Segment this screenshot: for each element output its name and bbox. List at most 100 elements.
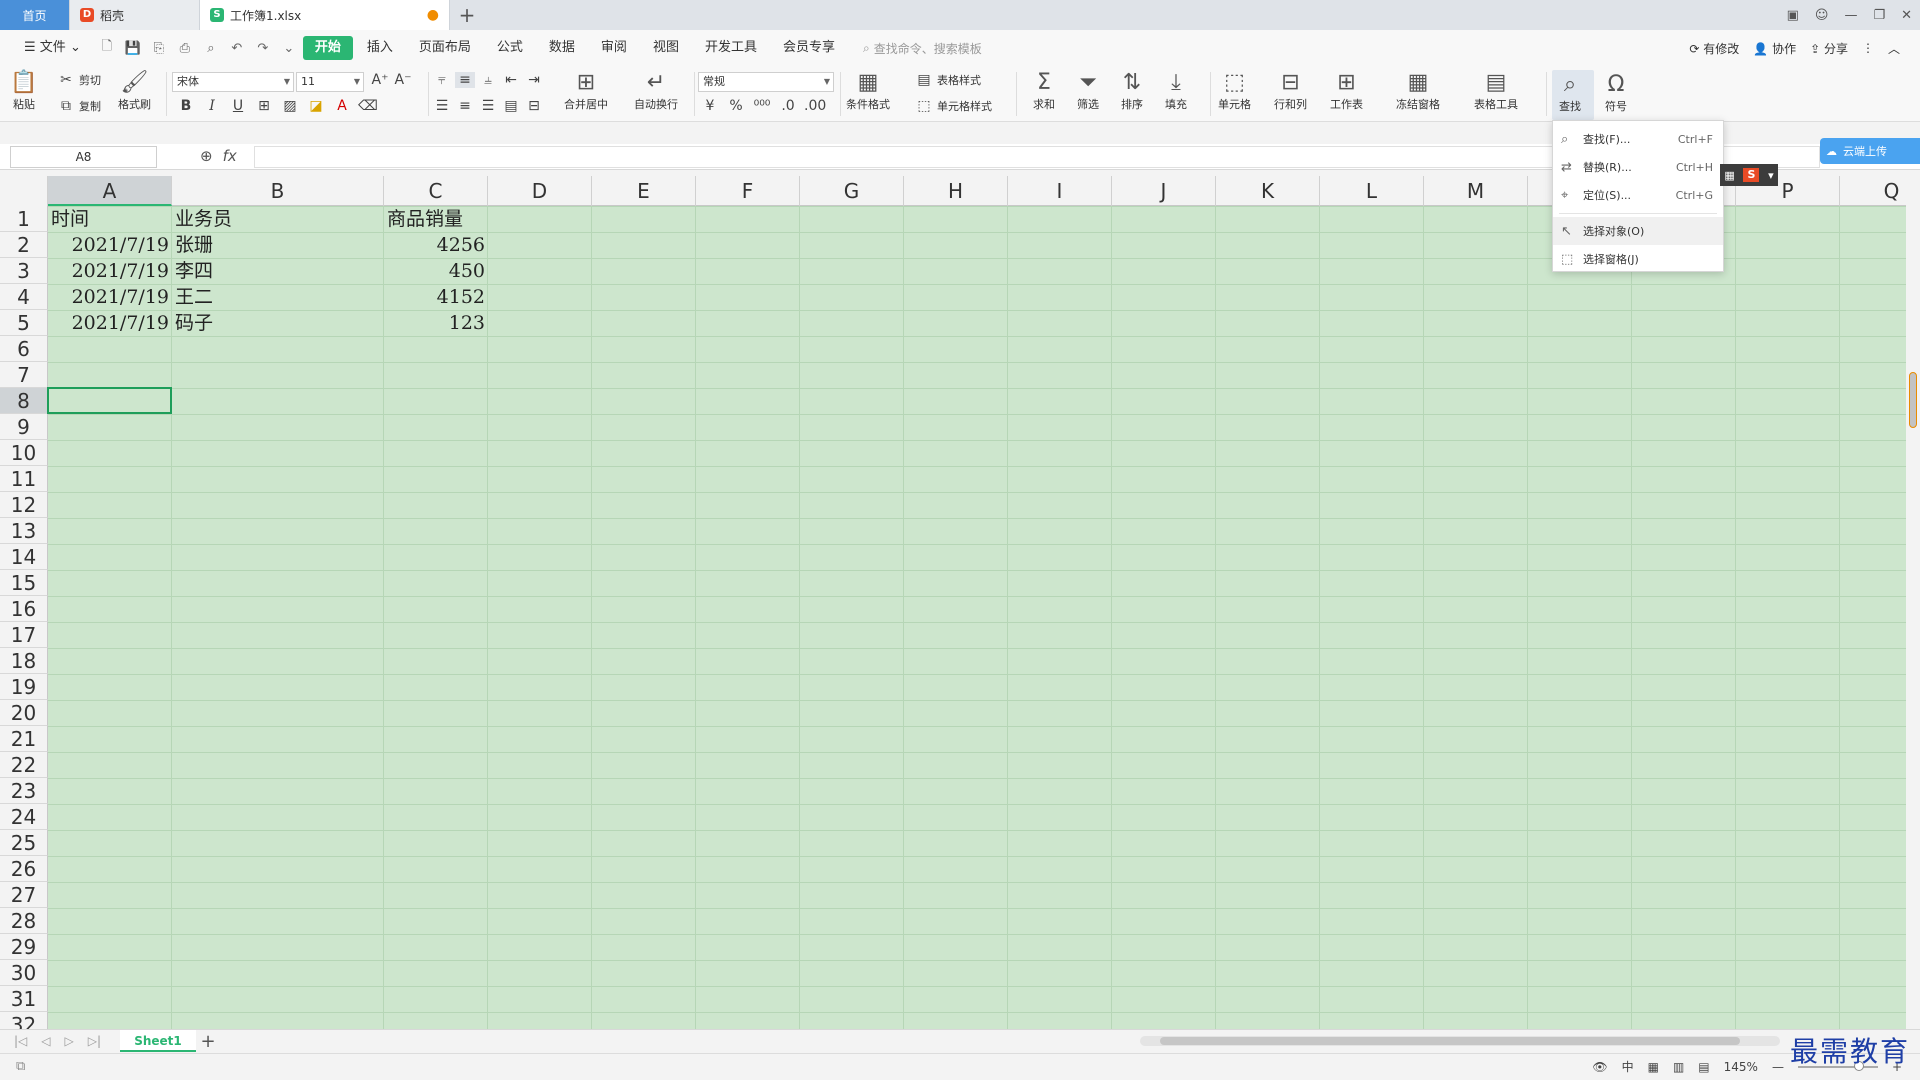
symbol-button[interactable]: Ω 符号 [1602,70,1630,114]
collaborate-button[interactable]: 👤 协作 [1753,40,1796,57]
paste-button[interactable]: 📋 粘贴 [10,68,38,112]
underline-icon[interactable]: U [228,98,248,114]
tab-view[interactable]: 视图 [641,36,691,60]
vertical-scrollbar[interactable] [1906,176,1920,1029]
menu-item-locate[interactable]: ⌖ 定位(S)... Ctrl+G [1553,181,1723,209]
row-header-26[interactable]: 26 [0,856,48,882]
sort-button[interactable]: ⇅ 排序 [1118,68,1146,112]
row-header-29[interactable]: 29 [0,934,48,960]
horizontal-scrollbar[interactable] [1140,1036,1780,1046]
row-header-3[interactable]: 3 [0,258,48,284]
row-header-25[interactable]: 25 [0,830,48,856]
row-header-12[interactable]: 12 [0,492,48,518]
cell-a3[interactable]: 2021/7/19 [51,258,169,284]
column-header-l[interactable]: L [1320,176,1424,206]
ime-toolbar[interactable]: ▦ S ▾ [1720,164,1778,186]
name-box[interactable]: A8 [10,146,157,168]
active-cell-selection[interactable] [47,387,172,414]
currency-icon[interactable]: ¥ [700,98,720,114]
fill-pattern-icon[interactable]: ▨ [280,98,300,114]
row-header-11[interactable]: 11 [0,466,48,492]
row-header-17[interactable]: 17 [0,622,48,648]
customize-icon[interactable]: ⌄ [277,36,301,60]
zoom-level[interactable]: 145% [1724,1060,1758,1074]
cut-button[interactable]: ✂ 剪切 [56,72,101,88]
reader-mode-icon[interactable]: ▣ [1787,8,1799,23]
menu-item-find[interactable]: ⌕ 查找(F)... Ctrl+F [1553,125,1723,153]
row-header-2[interactable]: 2 [0,232,48,258]
collapse-ribbon-icon[interactable]: ︿ [1888,40,1900,57]
cell-a4[interactable]: 2021/7/19 [51,284,169,310]
percent-icon[interactable]: % [726,98,746,114]
fx-icon[interactable]: fx [223,147,237,165]
increase-decimal-icon[interactable]: .0 [778,98,798,114]
has-changes-button[interactable]: ⟳ 有修改 [1689,40,1739,57]
border-icon[interactable]: ⊞ [254,98,274,114]
row-header-13[interactable]: 13 [0,518,48,544]
decrease-font-icon[interactable]: A⁻ [393,72,413,88]
align-center-icon[interactable]: ≡ [455,98,475,114]
italic-icon[interactable]: I [202,98,222,114]
file-menu[interactable]: ☰ 文件 ⌄ [12,36,93,60]
freeze-panes-button[interactable]: ▦ 冻结窗格 [1396,68,1440,112]
row-header-20[interactable]: 20 [0,700,48,726]
new-file-icon[interactable]: 🗋 [95,36,119,60]
row-header-9[interactable]: 9 [0,414,48,440]
table-style-button[interactable]: ▤ 表格样式 [914,72,981,88]
column-header-g[interactable]: G [800,176,904,206]
column-header-j[interactable]: J [1112,176,1216,206]
sheet-tab-sheet1[interactable]: Sheet1 [120,1030,196,1052]
cell-c2[interactable]: 4256 [387,232,485,258]
indent-decrease-icon[interactable]: ⇤ [501,72,521,88]
prev-sheet-icon[interactable]: ◁ [41,1034,50,1048]
wrap-text-button[interactable]: ↵ 自动换行 [634,68,678,112]
column-header-e[interactable]: E [592,176,696,206]
font-size-select[interactable]: 11 ▼ [296,72,364,92]
row-header-18[interactable]: 18 [0,648,48,674]
undo-icon[interactable]: ↶ [225,36,249,60]
find-button[interactable]: ⌕ 查找 [1556,70,1584,114]
avatar[interactable]: ☺ [1815,8,1829,23]
minimize-icon[interactable]: — [1844,8,1857,23]
tab-formulas[interactable]: 公式 [485,36,535,60]
cell-c5[interactable]: 123 [387,310,485,336]
new-tab-button[interactable]: + [450,0,484,30]
horizontal-scroll-thumb[interactable] [1160,1037,1740,1045]
menu-item-select-objects[interactable]: ↖ 选择对象(O) [1553,217,1723,245]
row-header-27[interactable]: 27 [0,882,48,908]
menu-item-selection-pane[interactable]: ⬚ 选择窗格(J) [1553,245,1723,273]
cell-a5[interactable]: 2021/7/19 [51,310,169,336]
cell-a1[interactable]: 时间 [51,206,169,232]
format-painter-button[interactable]: 🖌 格式刷 [118,68,151,112]
row-header-23[interactable]: 23 [0,778,48,804]
tab-home[interactable]: 首页 [0,0,70,30]
add-sheet-button[interactable]: + [198,1031,218,1052]
row-header-5[interactable]: 5 [0,310,48,336]
number-format-select[interactable]: 常规 ▼ [698,72,834,92]
tab-insert[interactable]: 插入 [355,36,405,60]
cell-b1[interactable]: 业务员 [175,206,381,232]
column-header-d[interactable]: D [488,176,592,206]
zoom-icon[interactable]: ⊕ [200,147,213,165]
cloud-upload-button[interactable]: ☁ 云端上传 [1820,138,1920,164]
tab-workbook[interactable]: S 工作簿1.xlsx ● [200,0,450,30]
align-top-icon[interactable]: ⫧ [432,72,452,88]
cell-button[interactable]: ⬚ 单元格 [1218,68,1251,112]
share-button[interactable]: ⇪ 分享 [1810,40,1848,57]
row-header-22[interactable]: 22 [0,752,48,778]
cells-area[interactable]: 时间 业务员 商品销量 2021/7/19 张珊 4256 2021/7/19 李四 450 20… [47,206,1906,1029]
font-color-icon[interactable]: A [332,98,352,114]
cell-c4[interactable]: 4152 [387,284,485,310]
tab-review[interactable]: 审阅 [589,36,639,60]
restore-icon[interactable]: ❐ [1873,8,1885,23]
redo-icon[interactable]: ↷ [251,36,275,60]
sum-button[interactable]: Σ 求和 [1030,68,1058,112]
column-header-h[interactable]: H [904,176,1008,206]
filter-button[interactable]: ⏷ 筛选 [1074,68,1102,112]
row-header-21[interactable]: 21 [0,726,48,752]
row-header-4[interactable]: 4 [0,284,48,310]
column-header-f[interactable]: F [696,176,800,206]
thousands-icon[interactable]: ⁰⁰⁰ [752,98,772,114]
row-header-24[interactable]: 24 [0,804,48,830]
menu-item-replace[interactable]: ⇄ 替换(R)... Ctrl+H [1553,153,1723,181]
